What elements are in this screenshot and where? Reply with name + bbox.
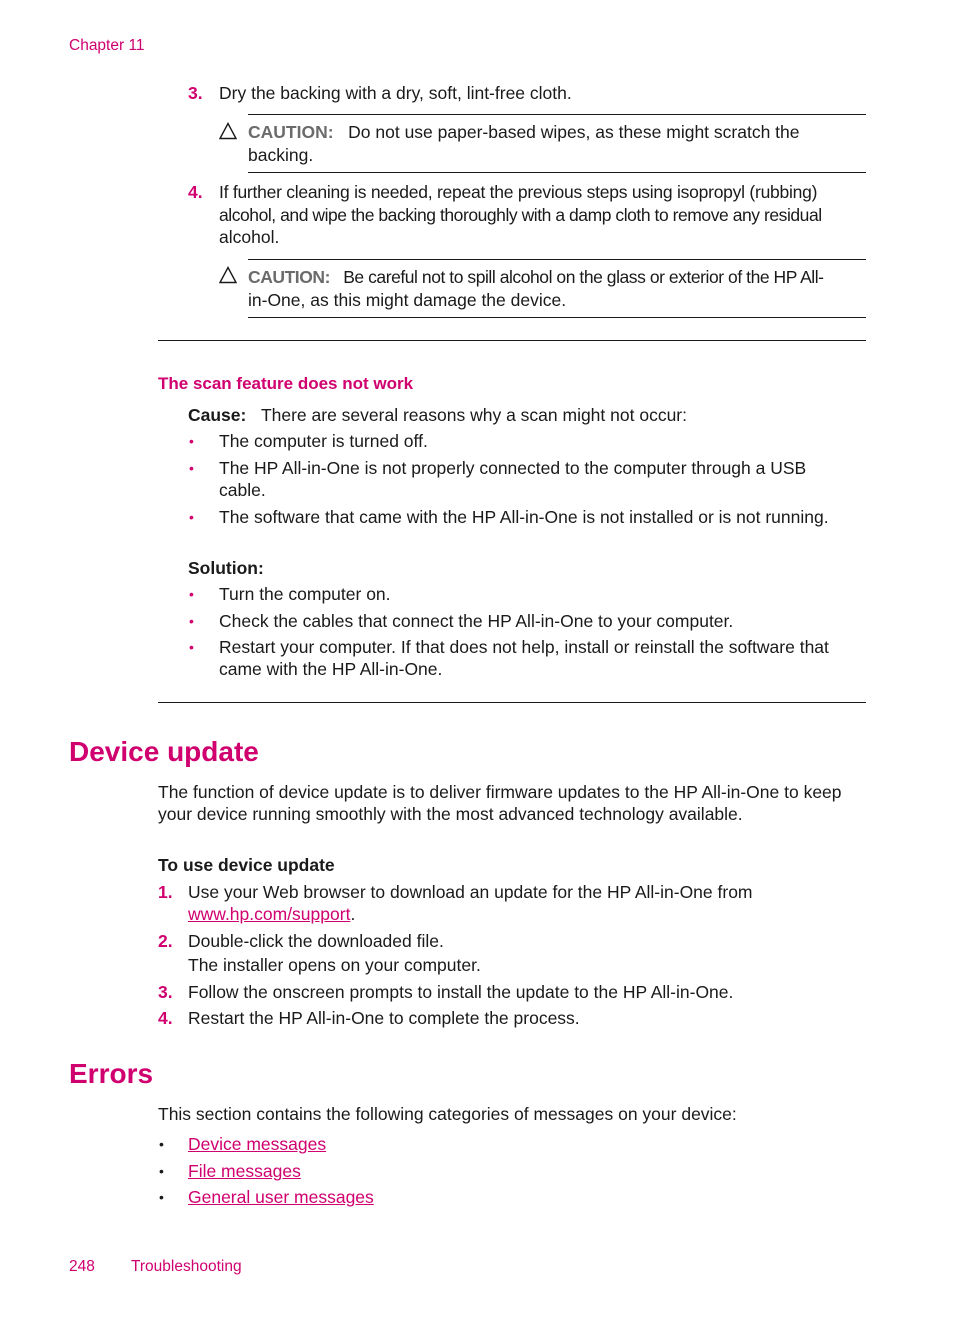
step-number: 4. [158,1008,173,1028]
caution-note: CAUTION: Do not use paper-based wipes, a… [248,121,800,143]
section-title: Errors [69,1058,154,1089]
bullet-icon: • [159,1189,164,1205]
bullet-icon: • [159,1136,164,1152]
step-text-line: If further cleaning is needed, repeat th… [219,182,818,202]
file-messages-link[interactable]: File messages [188,1161,301,1181]
step-number: 3. [188,83,203,103]
bullet-icon: • [189,613,194,629]
step-result: The installer opens on your computer. [188,955,481,975]
link-suffix: . [350,904,356,924]
cause-text: There are several reasons why a scan mig… [260,405,687,425]
bullet-icon: • [189,460,194,476]
caution-top-rule [248,259,866,260]
intro-paragraph: This section contains the following cate… [158,1104,737,1124]
caution-text: Be careful not to spill alcohol on the g… [343,267,824,287]
bullet-icon: • [189,509,194,525]
solution-label: Solution: [188,558,264,578]
list-item: The HP All-in-One is not properly connec… [219,458,807,478]
caution-label: CAUTION: [248,122,334,142]
step-text-line: alcohol. [219,227,280,247]
list-item-continued: came with the HP All-in-One. [219,659,443,679]
step-text-line: alcohol, and wipe the backing thoroughly… [219,204,822,225]
step-text: If further cleaning is needed, repeat th… [219,181,866,249]
list-item: General user messages [188,1186,374,1208]
footer-section: Troubleshooting [131,1258,242,1275]
bullet-icon: • [189,639,194,655]
section-divider [158,340,866,341]
chapter-label: Chapter 11 [69,37,145,54]
list-item: File messages [188,1160,301,1182]
page-number: 248 [69,1258,95,1275]
bullet-icon: • [159,1163,164,1179]
step-text: Double-click the downloaded file. [188,931,444,951]
step-text-continued: www.hp.com/support. [188,903,355,925]
caution-text-continued: in-One, as this might damage the device. [248,290,567,310]
step-number: 4. [188,182,203,202]
step-number: 1. [158,882,173,902]
list-item: Device messages [188,1133,326,1155]
general-user-messages-link[interactable]: General user messages [188,1187,374,1207]
caution-bottom-rule [248,317,866,318]
intro-paragraph: The function of device update is to deli… [158,782,842,802]
caution-top-rule [248,114,866,115]
list-item: Turn the computer on. [219,584,391,604]
intro-paragraph-continued: your device running smoothly with the mo… [158,804,743,824]
caution-triangle-icon [219,122,237,140]
bullet-icon: • [189,586,194,602]
caution-bottom-rule [248,172,866,173]
caution-text-continued: backing. [248,145,314,165]
subsection-title: The scan feature does not work [158,374,414,393]
section-title: Device update [69,736,259,767]
section-divider [158,702,866,703]
step-number: 3. [158,982,173,1002]
list-item: Check the cables that connect the HP All… [219,611,734,631]
caution-text: Do not use paper-based wipes, as these m… [348,122,800,142]
procedure-title: To use device update [158,855,335,875]
list-item-continued: cable. [219,480,266,500]
bullet-icon: • [189,433,194,449]
list-item: The computer is turned off. [219,431,428,451]
device-messages-link[interactable]: Device messages [188,1134,326,1154]
caution-note: CAUTION: Be careful not to spill alcohol… [248,266,824,288]
step-text: Dry the backing with a dry, soft, lint-f… [219,83,572,103]
step-text: Follow the onscreen prompts to install t… [188,982,734,1002]
step-text: Restart the HP All-in-One to complete th… [188,1008,580,1028]
cause-paragraph: Cause: There are several reasons why a s… [188,404,687,426]
list-item: The software that came with the HP All-i… [219,507,829,527]
list-item: Restart your computer. If that does not … [219,637,829,657]
caution-label: CAUTION: [248,267,330,287]
step-number: 2. [158,931,173,951]
support-link[interactable]: www.hp.com/support [188,904,350,924]
caution-triangle-icon [219,266,237,284]
step-text: Use your Web browser to download an upda… [188,882,753,902]
cause-label: Cause: [188,405,247,425]
